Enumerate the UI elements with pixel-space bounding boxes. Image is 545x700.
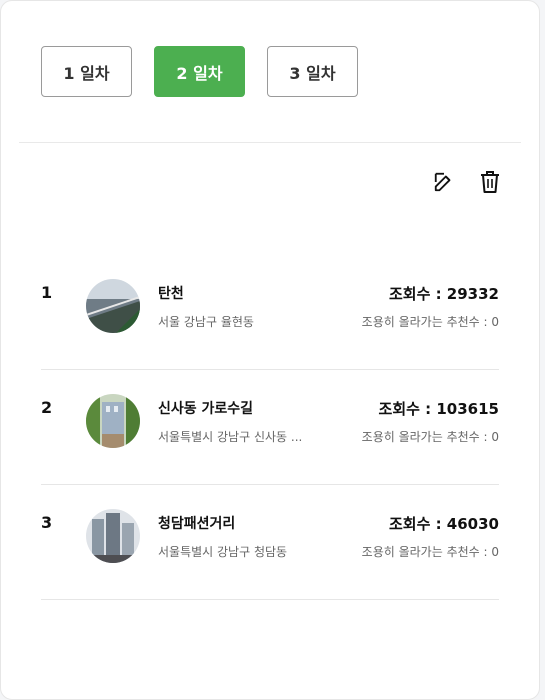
recommend-count: 조용히 올라가는 추천수 : 0 bbox=[361, 545, 499, 559]
trash-icon[interactable] bbox=[477, 169, 503, 195]
divider bbox=[19, 142, 521, 143]
actions-bar bbox=[431, 169, 503, 195]
itinerary-card: 1 일차 2 일차 3 일차 1 탄천 서울 강남구 율현동 조회수: 293… bbox=[0, 0, 540, 700]
place-list: 1 탄천 서울 강남구 율현동 조회수 : 29332 조용히 올라가는 추천수… bbox=[41, 255, 499, 600]
place-thumbnail bbox=[86, 279, 140, 333]
place-address: 서울 강남구 율현동 bbox=[158, 315, 254, 329]
place-name: 청담패션거리 bbox=[158, 516, 236, 532]
place-name: 신사동 가로수길 bbox=[158, 401, 254, 417]
place-address: 서울특별시 강남구 신사동 ... bbox=[158, 430, 303, 444]
day-tabs: 1 일차 2 일차 3 일차 bbox=[41, 46, 358, 97]
place-thumbnail bbox=[86, 509, 140, 563]
list-item[interactable]: 2 신사동 가로수길 서울특별시 강남구 신사동 ... 조회수 : 10361… bbox=[41, 370, 499, 485]
list-item[interactable]: 1 탄천 서울 강남구 율현동 조회수 : 29332 조용히 올라가는 추천수… bbox=[41, 255, 499, 370]
view-count: 조회수 : 103615 bbox=[378, 400, 499, 418]
edit-icon[interactable] bbox=[431, 169, 457, 195]
rank-number: 3 bbox=[41, 513, 53, 532]
recommend-count: 조용히 올라가는 추천수 : 0 bbox=[361, 430, 499, 444]
list-item[interactable]: 3 청담패션거리 서울특별시 강남구 청담동 조회수 : 46030 조용히 올… bbox=[41, 485, 499, 600]
tab-day-1[interactable]: 1 일차 bbox=[41, 46, 132, 97]
place-thumbnail bbox=[86, 394, 140, 448]
view-count: 조회수 : 46030 bbox=[388, 515, 499, 533]
rank-number: 2 bbox=[41, 398, 53, 417]
place-address: 서울특별시 강남구 청담동 bbox=[158, 545, 288, 559]
tab-day-3[interactable]: 3 일차 bbox=[267, 46, 358, 97]
place-name: 탄천 bbox=[158, 286, 184, 302]
rank-number: 1 bbox=[41, 283, 53, 302]
recommend-count: 조용히 올라가는 추천수 : 0 bbox=[361, 315, 499, 329]
tab-day-2[interactable]: 2 일차 bbox=[154, 46, 245, 97]
view-count: 조회수 : 29332 bbox=[388, 285, 499, 303]
